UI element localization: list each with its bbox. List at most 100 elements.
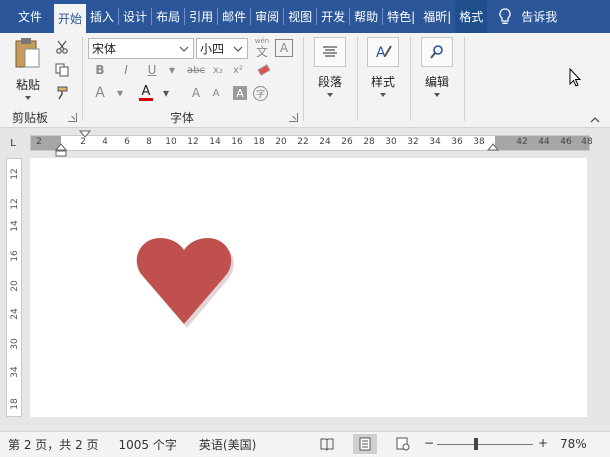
ruler-number: 20 bbox=[275, 137, 287, 147]
phonetic-guide-button[interactable]: wén 文 bbox=[252, 37, 272, 61]
tab-selector[interactable]: L bbox=[6, 137, 20, 151]
vertical-ruler-number: 16 bbox=[10, 250, 20, 262]
group-divider bbox=[464, 37, 465, 121]
chevron-down-icon[interactable]: ▾ bbox=[111, 84, 129, 102]
language-indicator[interactable]: 英语(美国) bbox=[199, 436, 256, 453]
print-layout-icon[interactable] bbox=[353, 434, 377, 454]
zoom-slider[interactable] bbox=[437, 444, 533, 445]
lightbulb-icon bbox=[495, 7, 515, 27]
word-count[interactable]: 1005 个字 bbox=[119, 436, 177, 453]
search-icon bbox=[421, 37, 453, 67]
tab-mailings[interactable]: 邮件 bbox=[218, 0, 250, 33]
tab-help[interactable]: 帮助 bbox=[350, 0, 382, 33]
chevron-down-icon bbox=[327, 93, 333, 97]
tab-layout[interactable]: 布局 bbox=[152, 0, 184, 33]
read-mode-icon[interactable] bbox=[320, 437, 334, 454]
right-indent-marker[interactable] bbox=[487, 143, 499, 151]
copy-icon[interactable] bbox=[54, 62, 70, 78]
ruler-number: 2 bbox=[36, 137, 42, 147]
page-count[interactable]: 第 2 页，共 2 页 bbox=[8, 436, 99, 453]
chevron-down-icon bbox=[434, 93, 440, 97]
ruler-number: 26 bbox=[341, 137, 353, 147]
character-shading-button[interactable]: A bbox=[233, 86, 247, 100]
tab-format[interactable]: 格式 bbox=[455, 0, 488, 33]
vertical-ruler[interactable]: 12 12 14 16 20 24 30 34 18 bbox=[6, 158, 22, 417]
font-name-combo[interactable]: 宋体 bbox=[88, 38, 194, 59]
ruler-number: 16 bbox=[231, 137, 243, 147]
superscript-button[interactable]: x² bbox=[229, 61, 247, 79]
vertical-ruler-number: 12 bbox=[10, 168, 20, 180]
zoom-out-button[interactable]: − bbox=[424, 436, 434, 450]
zoom-in-button[interactable]: + bbox=[538, 436, 548, 450]
clipboard-launcher-icon[interactable] bbox=[68, 113, 77, 122]
character-border-button[interactable]: A bbox=[275, 39, 293, 57]
underline-button[interactable]: U bbox=[143, 61, 161, 79]
shrink-font-button[interactable]: A bbox=[207, 84, 225, 102]
tab-view[interactable]: 视图 bbox=[284, 0, 316, 33]
styles-icon: A bbox=[367, 37, 399, 67]
font-size-combo[interactable]: 小四 bbox=[196, 38, 248, 59]
first-line-indent-marker[interactable] bbox=[79, 130, 91, 138]
strikethrough-button[interactable]: abc bbox=[187, 61, 205, 79]
tab-foxit[interactable]: 福昕| bbox=[419, 0, 455, 33]
font-color-letter: A bbox=[141, 84, 151, 99]
ruler-number: 12 bbox=[187, 137, 199, 147]
ruler-number: 38 bbox=[473, 137, 485, 147]
grow-font-button[interactable]: A bbox=[187, 84, 205, 102]
tab-file[interactable]: 文件 bbox=[0, 0, 54, 33]
phonetic-label: wén bbox=[254, 37, 270, 45]
font-launcher-icon[interactable] bbox=[289, 113, 298, 122]
clipboard-small-tools bbox=[54, 39, 70, 101]
tab-insert[interactable]: 插入 bbox=[86, 0, 118, 33]
font-name-value: 宋体 bbox=[92, 42, 117, 56]
bold-button[interactable]: B bbox=[91, 61, 109, 79]
document-page[interactable] bbox=[30, 158, 587, 417]
ruler-number: 2 bbox=[80, 137, 86, 147]
tell-me-box[interactable]: 告诉我 bbox=[495, 0, 557, 33]
font-size-value: 小四 bbox=[200, 42, 225, 56]
group-divider bbox=[410, 37, 411, 121]
heart-shape[interactable] bbox=[134, 236, 234, 328]
horizontal-ruler[interactable]: L 2 2 4 6 8 10 12 14 16 18 20 22 24 26 2… bbox=[0, 129, 610, 157]
font-group-label: 字体 bbox=[170, 111, 195, 125]
vertical-scrollbar[interactable] bbox=[593, 158, 605, 417]
format-painter-icon[interactable] bbox=[54, 85, 70, 101]
web-layout-icon[interactable] bbox=[396, 437, 410, 454]
chevron-down-icon[interactable]: ▾ bbox=[163, 61, 181, 79]
editing-button[interactable]: 编辑 bbox=[412, 37, 462, 109]
ruler-number: 8 bbox=[146, 137, 152, 147]
tab-home[interactable]: 开始 bbox=[54, 4, 87, 33]
tab-references[interactable]: 引用 bbox=[185, 0, 217, 33]
subscript-button[interactable]: x₂ bbox=[209, 61, 227, 79]
mouse-pointer-icon bbox=[569, 67, 582, 91]
tab-design[interactable]: 设计 bbox=[119, 0, 151, 33]
ruler-number: 32 bbox=[407, 137, 419, 147]
styles-button[interactable]: A 样式 bbox=[358, 37, 408, 109]
eraser-icon[interactable] bbox=[255, 61, 273, 79]
tab-review[interactable]: 审阅 bbox=[251, 0, 283, 33]
vertical-ruler-number: 18 bbox=[10, 398, 20, 410]
italic-button[interactable]: I bbox=[117, 61, 135, 79]
font-format-row-1: B I U ▾ abc x₂ x² bbox=[91, 61, 273, 79]
tab-developer[interactable]: 开发 bbox=[317, 0, 349, 33]
chevron-down-icon bbox=[179, 46, 189, 52]
ruler-number: 22 bbox=[297, 137, 309, 147]
text-effects-button[interactable]: A bbox=[91, 84, 109, 102]
scissors-icon[interactable] bbox=[54, 39, 70, 55]
paste-button[interactable]: 粘贴 bbox=[6, 37, 50, 105]
vertical-ruler-number: 24 bbox=[10, 308, 20, 320]
chevron-down-icon[interactable]: ▾ bbox=[157, 84, 175, 102]
font-format-row-2: A ▾ A ▾ A A A 字 bbox=[91, 83, 268, 103]
ruler-number: 46 bbox=[560, 137, 572, 147]
tab-special[interactable]: 特色| bbox=[383, 0, 419, 33]
status-bar: 第 2 页，共 2 页 1005 个字 英语(美国) − + 78% bbox=[0, 431, 610, 457]
enclose-character-button[interactable]: 字 bbox=[253, 85, 268, 101]
hanging-indent-marker[interactable] bbox=[55, 143, 67, 157]
zoom-level[interactable]: 78% bbox=[560, 437, 587, 451]
collapse-ribbon-icon[interactable] bbox=[589, 113, 601, 127]
group-divider bbox=[303, 37, 304, 121]
font-color-button[interactable]: A bbox=[137, 83, 155, 103]
vertical-ruler-number: 34 bbox=[10, 366, 20, 378]
paragraph-button[interactable]: 段落 bbox=[305, 37, 355, 109]
zoom-slider-thumb[interactable] bbox=[474, 438, 478, 450]
